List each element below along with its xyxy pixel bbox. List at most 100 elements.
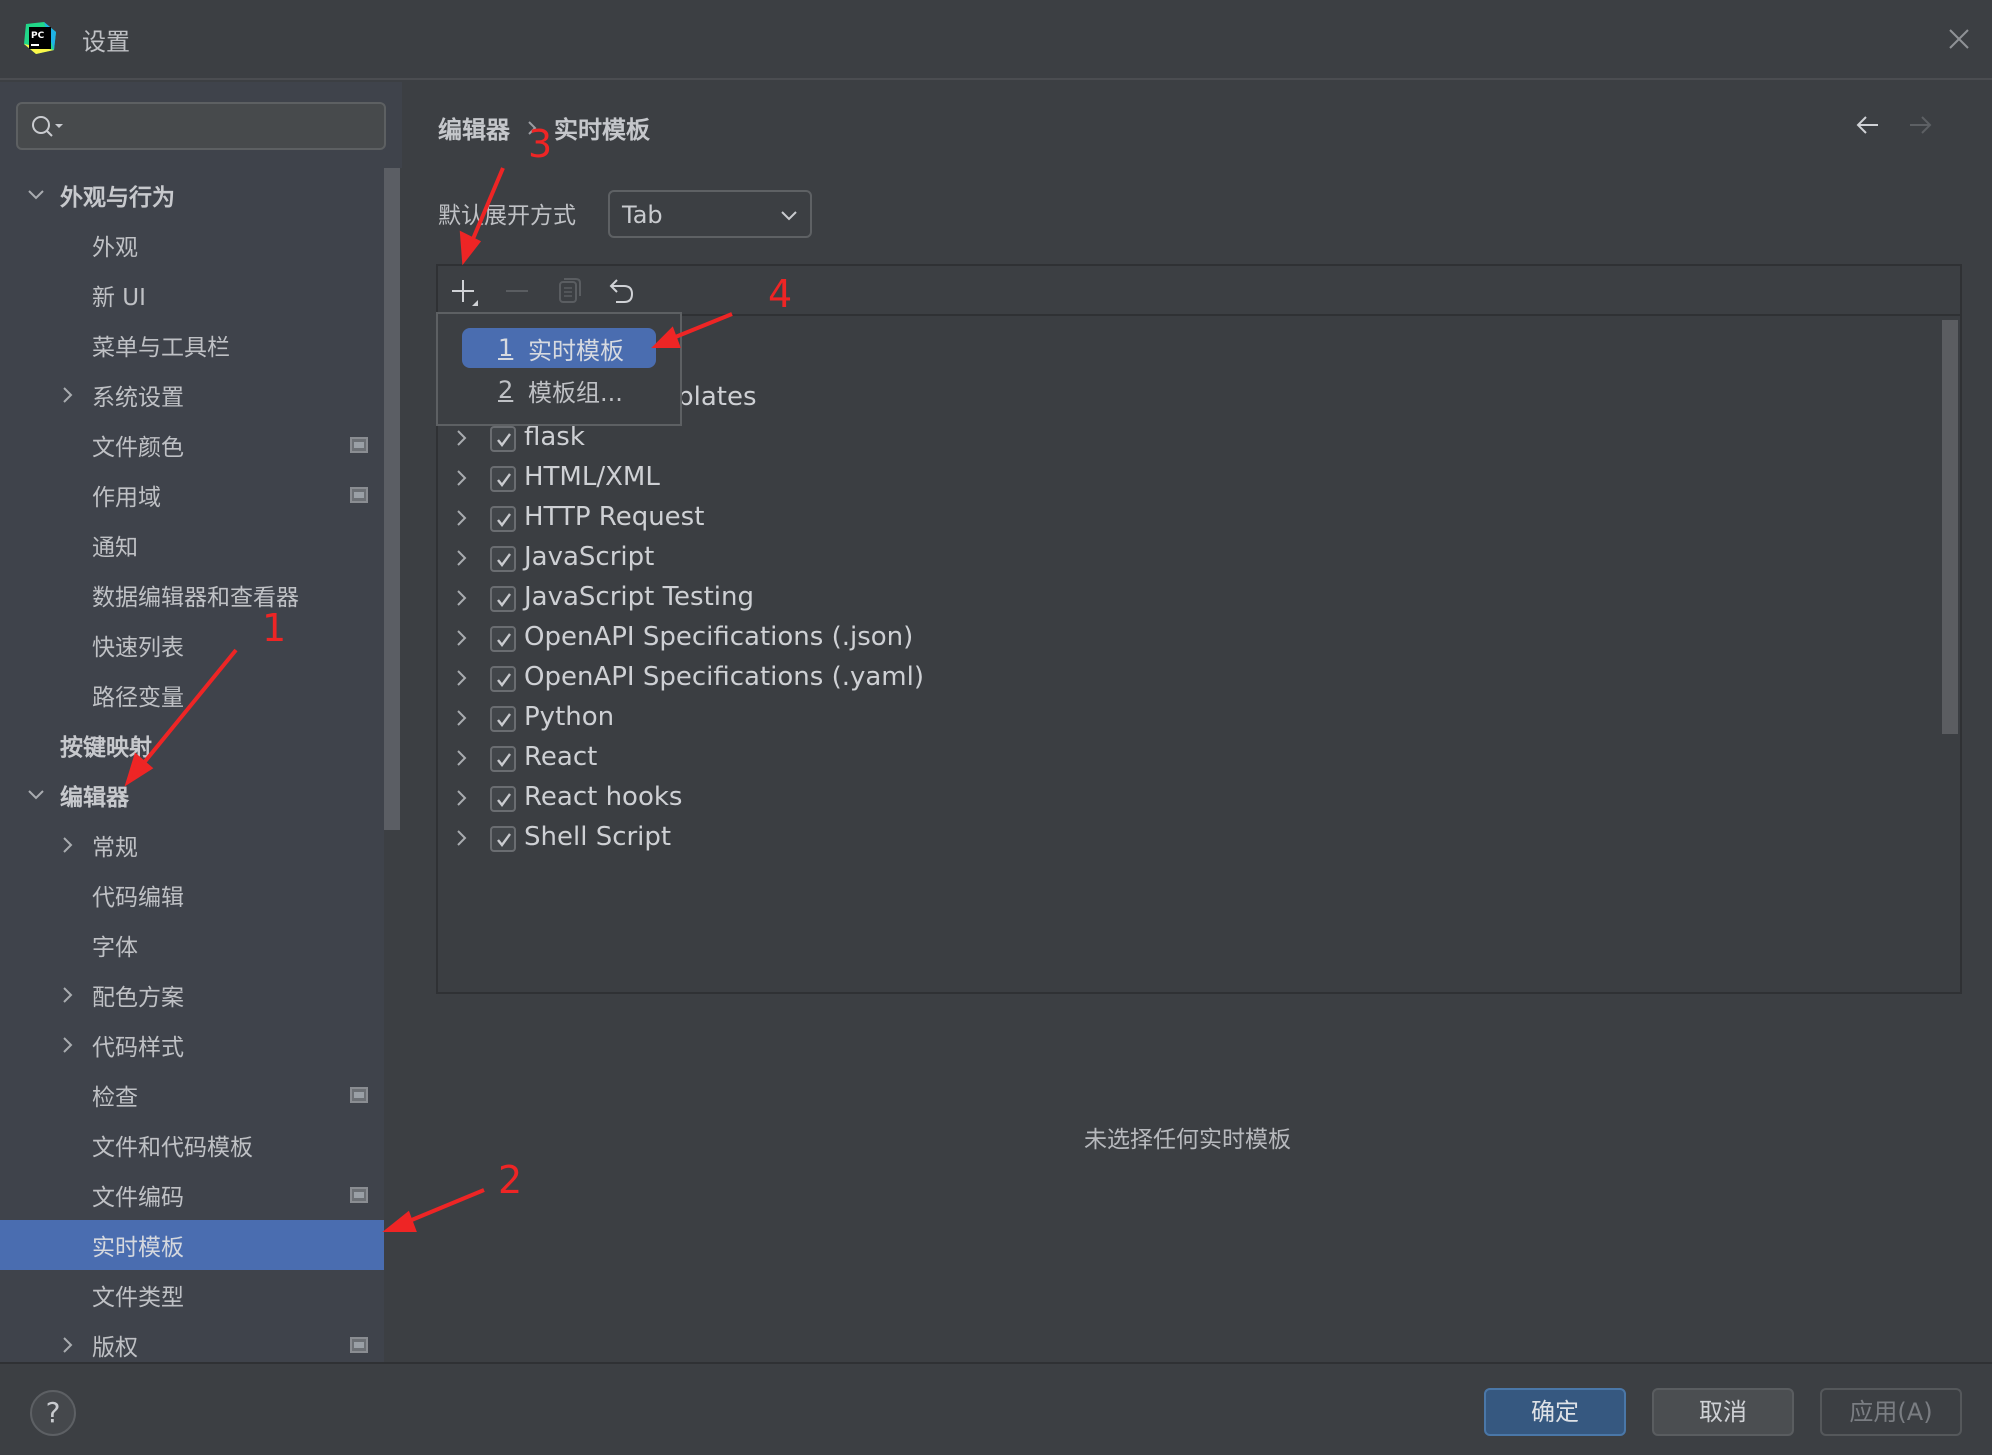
undo-icon[interactable]	[604, 274, 638, 308]
templates-scrollbar-thumb[interactable]	[1942, 320, 1958, 734]
sidebar-item-12[interactable]: 编辑器	[0, 770, 384, 820]
template-group-checkbox[interactable]	[490, 706, 516, 732]
template-group-name: JavaScript	[524, 542, 655, 572]
sidebar-item-label: 文件类型	[92, 1285, 184, 1311]
template-group-checkbox[interactable]	[490, 786, 516, 812]
sidebar-item-22[interactable]: 文件类型	[0, 1270, 384, 1320]
default-expand-select[interactable]: Tab	[608, 190, 812, 238]
template-group-name: OpenAPI Specifications (.yaml)	[524, 662, 925, 692]
template-group-row[interactable]: React	[438, 738, 1918, 778]
checkmark-icon	[497, 553, 511, 567]
chevron-right-icon[interactable]	[452, 628, 472, 648]
chevron-right-icon[interactable]	[58, 1335, 78, 1355]
chevron-right-icon[interactable]	[452, 788, 472, 808]
sidebar-item-10[interactable]: 路径变量	[0, 670, 384, 720]
chevron-right-icon[interactable]	[452, 548, 472, 568]
template-group-row[interactable]: React hooks	[438, 778, 1918, 818]
chevron-right-icon[interactable]	[452, 468, 472, 488]
sidebar-item-13[interactable]: 常规	[0, 820, 384, 870]
sidebar-scrollbar-thumb[interactable]	[384, 168, 400, 830]
chevron-right-icon[interactable]	[452, 588, 472, 608]
apply-button[interactable]: 应用(A)	[1820, 1388, 1962, 1436]
popup-item-label: 实时模板	[528, 336, 624, 365]
breadcrumb-item-editor[interactable]: 编辑器	[438, 110, 510, 145]
template-group-checkbox[interactable]	[490, 666, 516, 692]
chevron-right-icon[interactable]	[452, 828, 472, 848]
sidebar-item-6[interactable]: 作用域	[0, 470, 384, 520]
sidebar-item-label: 快速列表	[92, 635, 184, 661]
sidebar-item-18[interactable]: 检查	[0, 1070, 384, 1120]
chevron-right-icon[interactable]	[452, 508, 472, 528]
add-icon[interactable]	[448, 274, 482, 308]
popup-item-template-group[interactable]: 2 模板组...	[462, 370, 656, 410]
help-button[interactable]: ?	[30, 1390, 76, 1436]
templates-toolbar	[438, 266, 1960, 316]
chevron-right-icon[interactable]	[452, 668, 472, 688]
sidebar-item-7[interactable]: 通知	[0, 520, 384, 570]
template-group-checkbox[interactable]	[490, 746, 516, 772]
template-group-checkbox[interactable]	[490, 506, 516, 532]
chevron-right-icon[interactable]	[58, 385, 78, 405]
template-group-checkbox[interactable]	[490, 586, 516, 612]
template-group-row[interactable]: HTTP Request	[438, 498, 1918, 538]
sidebar-item-label: 作用域	[92, 485, 161, 511]
dialog-footer: ? 确定 取消 应用(A)	[0, 1362, 1992, 1455]
sidebar-item-20[interactable]: 文件编码	[0, 1170, 384, 1220]
template-group-checkbox[interactable]	[490, 826, 516, 852]
sidebar-item-label: 路径变量	[92, 685, 184, 711]
settings-sidebar: 外观与行为 外观新 UI 菜单与工具栏系统设置文件颜色作用域通知 数据编辑器和查看器快…	[0, 82, 402, 1362]
sidebar-item-3[interactable]: 菜单与工具栏	[0, 320, 384, 370]
sidebar-item-21[interactable]: 实时模板	[0, 1220, 402, 1270]
sidebar-item-label: 系统设置	[92, 385, 184, 411]
ok-button[interactable]: 确定	[1484, 1388, 1626, 1436]
template-group-row[interactable]: Python	[438, 698, 1918, 738]
chevron-right-icon[interactable]	[58, 985, 78, 1005]
template-group-checkbox[interactable]	[490, 426, 516, 452]
template-group-checkbox[interactable]	[490, 546, 516, 572]
sidebar-item-2[interactable]: 新 UI	[0, 270, 384, 320]
popup-item-label: 模板组...	[528, 378, 623, 407]
search-icon[interactable]	[30, 114, 64, 140]
back-arrow-icon[interactable]	[1854, 112, 1882, 138]
sidebar-item-label: 编辑器	[60, 785, 129, 811]
template-group-name: OpenAPI Specifications (.json)	[524, 622, 914, 652]
settings-search-input[interactable]	[70, 110, 370, 144]
sidebar-item-4[interactable]: 系统设置	[0, 370, 384, 420]
sidebar-item-14[interactable]: 代码编辑	[0, 870, 384, 920]
sidebar-item-15[interactable]: 字体	[0, 920, 384, 970]
template-group-name: HTTP Request	[524, 502, 705, 532]
sidebar-item-5[interactable]: 文件颜色	[0, 420, 384, 470]
template-group-row[interactable]: JavaScript	[438, 538, 1918, 578]
chevron-down-icon[interactable]	[26, 185, 46, 205]
chevron-right-icon[interactable]	[58, 835, 78, 855]
settings-search-box[interactable]	[16, 102, 386, 150]
chevron-right-icon[interactable]	[452, 748, 472, 768]
template-group-row[interactable]: HTML/XML	[438, 458, 1918, 498]
sidebar-item-9[interactable]: 快速列表	[0, 620, 384, 670]
template-group-row[interactable]: OpenAPI Specifications (.yaml)	[438, 658, 1918, 698]
template-group-name: HTML/XML	[524, 462, 660, 492]
template-group-row[interactable]: JavaScript Testing	[438, 578, 1918, 618]
cancel-button[interactable]: 取消	[1652, 1388, 1794, 1436]
template-group-checkbox[interactable]	[490, 626, 516, 652]
sidebar-item-19[interactable]: 文件和代码模板	[0, 1120, 384, 1170]
template-group-name: flask	[524, 422, 585, 452]
checkmark-icon	[497, 633, 511, 647]
chevron-right-icon[interactable]	[452, 708, 472, 728]
sidebar-item-17[interactable]: 代码样式	[0, 1020, 384, 1070]
template-group-row[interactable]: Shell Script	[438, 818, 1918, 858]
template-group-checkbox[interactable]	[490, 466, 516, 492]
chevron-right-icon[interactable]	[452, 428, 472, 448]
sidebar-item-11[interactable]: 按键映射	[0, 720, 384, 770]
chevron-down-icon[interactable]	[26, 785, 46, 805]
template-group-row[interactable]: OpenAPI Specifications (.json)	[438, 618, 1918, 658]
sidebar-item-1[interactable]: 外观	[0, 220, 384, 270]
close-icon[interactable]	[1946, 26, 1972, 52]
popup-item-mnemonic: 2	[498, 376, 514, 404]
chevron-right-icon[interactable]	[58, 1035, 78, 1055]
sidebar-item-0[interactable]: 外观与行为	[0, 170, 384, 220]
sidebar-item-8[interactable]: 数据编辑器和查看器	[0, 570, 384, 620]
sidebar-item-16[interactable]: 配色方案	[0, 970, 384, 1020]
popup-item-live-template[interactable]: 1 实时模板	[462, 328, 656, 368]
pycharm-logo-icon: PC	[24, 22, 56, 54]
